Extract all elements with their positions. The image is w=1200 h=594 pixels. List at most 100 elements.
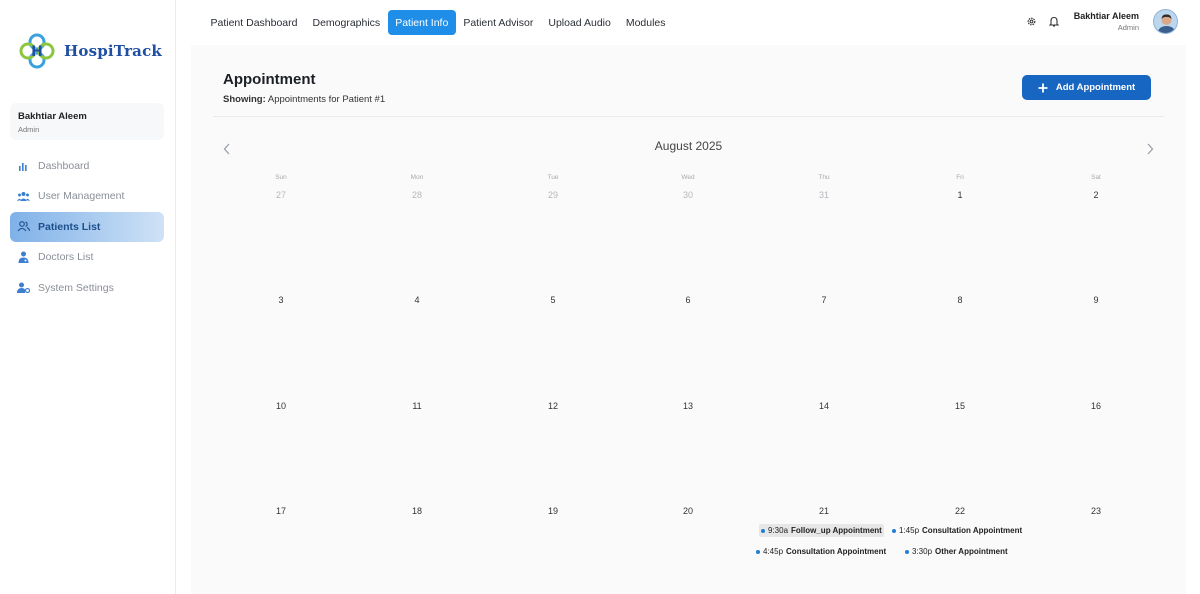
users-icon — [16, 189, 30, 203]
calendar-day[interactable]: 6 — [668, 295, 708, 305]
sidebar: H HospiTrack Bakhtiar Aleem Admin Dashbo… — [0, 0, 176, 594]
event-dot — [761, 528, 765, 533]
avatar[interactable] — [1153, 9, 1178, 34]
event-title: Other Appointment — [935, 547, 1008, 556]
calendar-day[interactable]: 14 — [804, 401, 844, 411]
app-logo[interactable]: H HospiTrack — [18, 32, 162, 70]
calendar-day[interactable]: 7 — [804, 295, 844, 305]
sidebar-item-label: Patients List — [38, 220, 101, 233]
sidebar-user-card: Bakhtiar Aleem Admin — [10, 103, 164, 140]
next-month-chevron-right-icon[interactable] — [1146, 142, 1154, 158]
calendar-month-title: August 2025 — [654, 139, 723, 153]
tab-upload-audio[interactable]: Upload Audio — [541, 10, 618, 35]
calendar-day[interactable]: 4 — [397, 295, 437, 305]
calendar-day[interactable]: 31 — [804, 190, 844, 200]
settings-gear-icon[interactable] — [1026, 16, 1038, 28]
weekday-header: Sun — [275, 174, 287, 181]
showing-label: Showing: — [223, 94, 266, 105]
patient-tabs: Patient Dashboard Demographics Patient I… — [203, 10, 673, 35]
top-user-info[interactable]: Bakhtiar Aleem Admin — [1074, 11, 1139, 32]
weekday-header: Tue — [547, 174, 559, 181]
calendar-day[interactable]: 13 — [668, 401, 708, 411]
weekday-header: Thu — [818, 174, 830, 181]
weekday-header: Fri — [956, 174, 964, 181]
sidebar-item-label: Dashboard — [38, 160, 90, 172]
top-user-role: Admin — [1117, 23, 1139, 32]
weekday-header: Sat — [1091, 174, 1101, 181]
calendar-day[interactable]: 9 — [1076, 295, 1116, 305]
event-title: Follow_up Appointment — [791, 526, 882, 535]
calendar-event[interactable]: 9:30a Follow_up Appointment — [759, 524, 884, 537]
calendar-day[interactable]: 19 — [533, 506, 573, 516]
calendar-day[interactable]: 8 — [940, 295, 980, 305]
sidebar-item-user-management[interactable]: User Management — [10, 181, 164, 211]
sidebar-item-label: System Settings — [38, 281, 114, 294]
bell-icon[interactable] — [1048, 16, 1060, 28]
plus-icon — [1038, 83, 1048, 92]
calendar-day[interactable]: 17 — [261, 506, 301, 516]
calendar-day[interactable]: 20 — [668, 506, 708, 516]
weekday-header: Wed — [681, 174, 695, 181]
event-title: Consultation Appointment — [922, 526, 1023, 535]
svg-text:H: H — [31, 44, 43, 60]
calendar-day[interactable]: 27 — [261, 190, 301, 200]
calendar-day[interactable]: 29 — [533, 190, 573, 200]
event-dot — [892, 528, 896, 533]
sidebar-item-dashboard[interactable]: Dashboard — [10, 151, 164, 181]
sidebar-item-doctors-list[interactable]: Doctors List — [10, 242, 164, 272]
top-user-name: Bakhtiar Aleem — [1073, 11, 1139, 21]
calendar-day[interactable]: 2 — [1076, 190, 1116, 200]
tab-demographics[interactable]: Demographics — [305, 10, 388, 35]
calendar-event[interactable]: 1:45p Consultation Appointment — [890, 524, 1024, 537]
event-time: 4:45p — [763, 547, 784, 556]
sidebar-nav: Dashboard User Management Patients List … — [10, 151, 164, 303]
add-appointment-button[interactable]: Add Appointment — [1022, 75, 1151, 100]
sidebar-item-patients-list[interactable]: Patients List — [10, 211, 164, 242]
calendar-day[interactable]: 5 — [533, 295, 573, 305]
event-time: 3:30p — [912, 547, 933, 556]
tab-patient-dashboard[interactable]: Patient Dashboard — [203, 10, 305, 35]
page-subtitle: Showing: Appointments for Patient #1 — [223, 94, 385, 105]
sidebar-user-role: Admin — [18, 125, 40, 134]
weekday-header: Mon — [410, 174, 424, 181]
app-name: HospiTrack — [64, 42, 163, 60]
sidebar-item-system-settings[interactable]: System Settings — [10, 273, 164, 303]
add-appointment-label: Add Appointment — [1055, 82, 1136, 93]
calendar-day[interactable]: 28 — [397, 190, 437, 200]
event-time: 9:30a — [768, 526, 789, 535]
header-divider — [213, 116, 1164, 117]
calendar-day[interactable]: 21 — [804, 506, 844, 516]
calendar-event[interactable]: 3:30p Other Appointment — [903, 545, 1010, 558]
tab-patient-advisor[interactable]: Patient Advisor — [456, 10, 541, 35]
sidebar-user-name: Bakhtiar Aleem — [18, 111, 87, 122]
top-right-controls: Bakhtiar Aleem Admin — [1026, 9, 1178, 34]
patients-icon — [16, 220, 30, 234]
tab-modules[interactable]: Modules — [618, 10, 673, 35]
page-title: Appointment — [223, 71, 316, 88]
showing-value: Appointments for Patient #1 — [267, 94, 386, 105]
calendar-day[interactable]: 23 — [1076, 506, 1116, 516]
calendar-day[interactable]: 16 — [1076, 401, 1116, 411]
calendar-day[interactable]: 11 — [397, 401, 437, 411]
tab-patient-info[interactable]: Patient Info — [387, 10, 456, 35]
event-dot — [905, 549, 909, 554]
bar-chart-icon — [16, 159, 30, 173]
calendar-day[interactable]: 15 — [940, 401, 980, 411]
sidebar-item-label: User Management — [38, 190, 125, 203]
event-time: 1:45p — [899, 526, 920, 535]
calendar-day[interactable]: 1 — [940, 190, 980, 200]
calendar-day[interactable]: 3 — [261, 295, 301, 305]
hospitrack-logo-icon: H — [19, 33, 55, 69]
event-title: Consultation Appointment — [786, 547, 887, 556]
calendar-day[interactable]: 22 — [940, 506, 980, 516]
doctor-icon — [16, 250, 30, 264]
calendar-day[interactable]: 12 — [533, 401, 573, 411]
calendar-day[interactable]: 30 — [668, 190, 708, 200]
calendar-day[interactable]: 18 — [397, 506, 437, 516]
sidebar-item-label: Doctors List — [38, 251, 94, 264]
user-settings-icon — [16, 281, 30, 295]
top-nav-bar: Patient Dashboard Demographics Patient I… — [176, 0, 1200, 45]
event-dot — [756, 549, 760, 554]
calendar-day[interactable]: 10 — [261, 401, 301, 411]
calendar-event[interactable]: 4:45p Consultation Appointment — [754, 545, 888, 558]
